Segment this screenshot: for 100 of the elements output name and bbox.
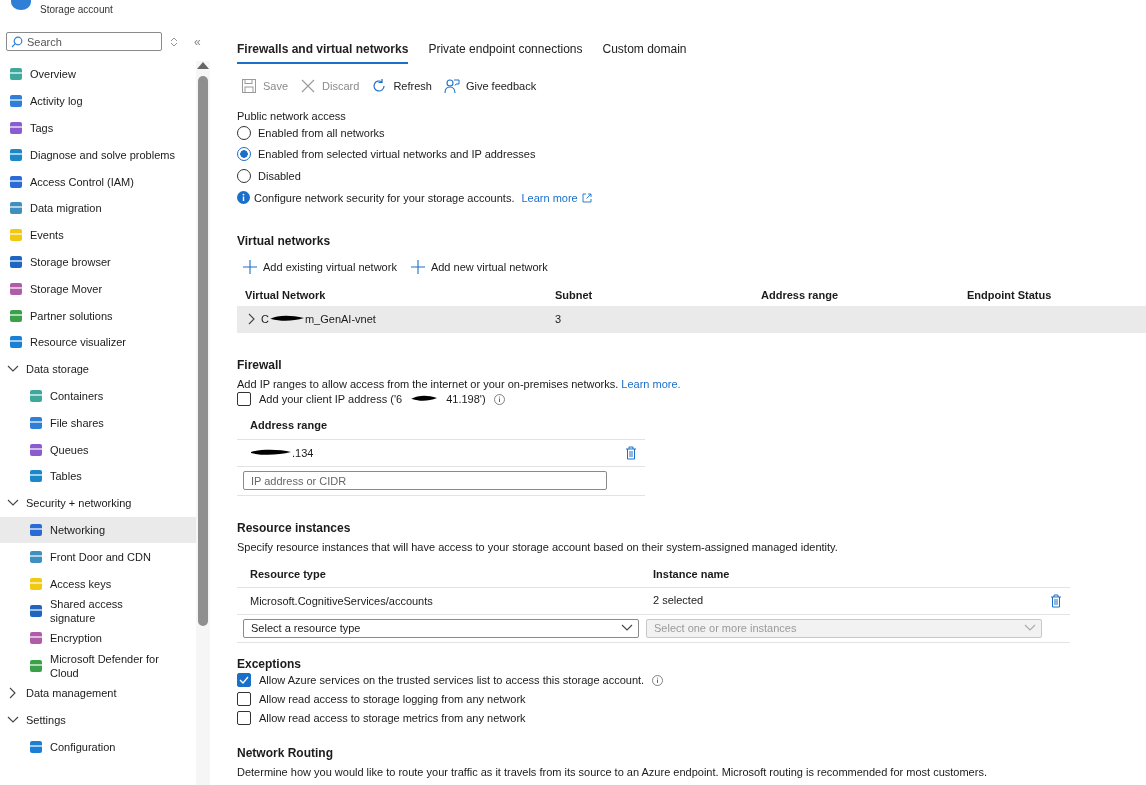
toolbar-button[interactable]: Give feedback xyxy=(443,78,537,94)
sidebar-item[interactable]: Resource visualizer xyxy=(0,328,196,356)
tile-icon xyxy=(9,201,23,216)
section-heading: Firewall xyxy=(237,357,283,372)
tile-icon xyxy=(9,308,23,323)
tab[interactable]: Private endpoint connections xyxy=(428,42,583,64)
sidebar-item[interactable]: Partner solutions xyxy=(0,302,196,329)
checkbox[interactable] xyxy=(237,673,251,687)
sidebar-item[interactable]: Shared access signature xyxy=(0,596,196,625)
sidebar-item[interactable]: Diagnose and solve problems xyxy=(0,141,196,169)
plus-icon xyxy=(243,259,257,274)
column-header: Address range xyxy=(761,288,840,301)
external-link-icon xyxy=(581,192,592,203)
tile-icon xyxy=(29,631,43,646)
table-cell: 2 selected xyxy=(653,593,704,608)
table-cell-text: 3 xyxy=(555,313,563,325)
tile-icon xyxy=(29,469,43,484)
scroll-up-icon xyxy=(197,61,209,69)
checkbox[interactable] xyxy=(237,711,251,725)
checkbox[interactable] xyxy=(237,692,251,706)
column-header: Resource type xyxy=(250,567,327,580)
tile-icon xyxy=(9,228,23,243)
sidebar-item[interactable]: Tables xyxy=(0,462,196,490)
sidebar-item[interactable]: Encryption xyxy=(0,624,196,652)
description-text: Determine how you would like to route your traffic as it travels from its source to an Azure endpoint. Microsoft routing is recommended for most customers. xyxy=(237,765,988,778)
description-text: Specify resource instances that will have access to your storage account based on their system-assigned managed identity. xyxy=(237,540,839,553)
scrollbar-thumb[interactable] xyxy=(198,76,208,626)
tile-icon xyxy=(9,254,23,269)
column-header: Address range xyxy=(237,410,645,440)
info-text: Configure network security for your storage accounts. xyxy=(254,191,515,204)
checkbox-label: Allow read access to storage logging from any network xyxy=(259,693,526,705)
tile-icon xyxy=(29,549,43,564)
tile-icon xyxy=(29,603,43,618)
sidebar-group[interactable]: Data management xyxy=(0,679,196,707)
tile-icon xyxy=(9,281,23,296)
tab[interactable]: Custom domain xyxy=(602,42,687,64)
collapse-button[interactable]: « xyxy=(192,34,203,49)
sidebar-group[interactable]: Data storage xyxy=(0,355,196,383)
checkbox-label: Add your client IP address ('6 xyxy=(259,393,403,405)
checkbox-label: 41.198') xyxy=(446,393,486,405)
add-button[interactable]: Add existing virtual network xyxy=(243,259,397,274)
delete-icon xyxy=(1050,593,1062,608)
sidebar-item[interactable]: Tags xyxy=(0,114,196,142)
checkmark-icon xyxy=(239,676,249,684)
toolbar-button[interactable]: Refresh xyxy=(371,78,432,94)
learn-more-link[interactable]: Learn more xyxy=(521,191,578,204)
tile-icon xyxy=(9,121,23,135)
radio-label: Disabled xyxy=(258,169,301,182)
sidebar-item[interactable]: Front Door and CDN xyxy=(0,543,196,571)
sidebar-item[interactable]: Access Control (IAM) xyxy=(0,168,196,195)
tile-icon xyxy=(29,739,43,754)
sidebar-item[interactable]: Access keys xyxy=(0,570,196,597)
tile-icon xyxy=(29,576,43,591)
sidebar-item[interactable]: Storage browser xyxy=(0,248,196,276)
tile-icon xyxy=(9,335,23,350)
field-label: Public network access xyxy=(237,110,347,122)
checkbox[interactable] xyxy=(237,392,251,406)
ip-input-field[interactable]: IP address or CIDR xyxy=(243,471,607,490)
tile-icon xyxy=(9,67,23,82)
search-field[interactable]: Search xyxy=(6,32,162,51)
learn-more-link[interactable]: Learn more. xyxy=(621,377,681,390)
feedback-icon xyxy=(443,78,460,94)
add-button[interactable]: Add new virtual network xyxy=(410,259,548,274)
tile-icon xyxy=(9,147,23,162)
plus-icon xyxy=(410,259,425,274)
sidebar-item[interactable]: Storage Mover xyxy=(0,275,196,303)
refresh-icon xyxy=(371,78,388,94)
section-heading: Exceptions xyxy=(237,656,303,671)
column-header: Endpoint Status xyxy=(967,288,1053,301)
dropdown[interactable]: Select a resource type xyxy=(243,618,639,638)
tile-icon xyxy=(9,94,23,109)
column-header: Subnet xyxy=(555,288,594,301)
radio-label: Enabled from all networks xyxy=(258,126,385,139)
tile-icon xyxy=(29,415,43,430)
close-icon xyxy=(300,78,317,94)
sidebar-item[interactable]: Overview xyxy=(0,61,196,88)
search-icon xyxy=(11,36,23,48)
table-cell: C xyxy=(261,313,269,325)
sidebar-item[interactable]: Queues xyxy=(0,436,196,463)
sidebar-item[interactable]: Events xyxy=(0,221,196,249)
table-cell-text: Microsoft.CognitiveServices/accounts xyxy=(250,594,434,607)
sidebar-group[interactable]: Security + networking xyxy=(0,489,196,517)
sidebar-item[interactable]: Data migration xyxy=(0,195,196,222)
radio-button[interactable] xyxy=(237,147,251,162)
column-header: Instance name xyxy=(653,567,731,580)
description-text: Add IP ranges to allow access from the internet or your on-premises networks. xyxy=(237,377,619,390)
info-icon xyxy=(493,393,505,405)
sidebar-item[interactable]: Configuration xyxy=(0,733,196,761)
table-row[interactable]: C m_GenAI-vnet 3 xyxy=(237,305,1146,333)
sidebar-item[interactable]: Activity log xyxy=(0,87,196,115)
section-heading: Virtual networks xyxy=(237,233,332,248)
sidebar-item[interactable]: Microsoft Defender for Cloud xyxy=(0,651,196,680)
sidebar-group[interactable]: Settings xyxy=(0,706,196,734)
sidebar-item[interactable]: Networking xyxy=(0,516,196,544)
radio-label: Enabled from selected virtual networks and IP addresses xyxy=(258,148,536,161)
tab[interactable]: Firewalls and virtual networks xyxy=(237,42,409,64)
save-icon xyxy=(241,78,257,94)
sidebar-item[interactable]: Containers xyxy=(0,382,196,410)
table-cell: m_GenAI-vnet xyxy=(304,313,376,325)
sidebar-item[interactable]: File shares xyxy=(0,409,196,437)
